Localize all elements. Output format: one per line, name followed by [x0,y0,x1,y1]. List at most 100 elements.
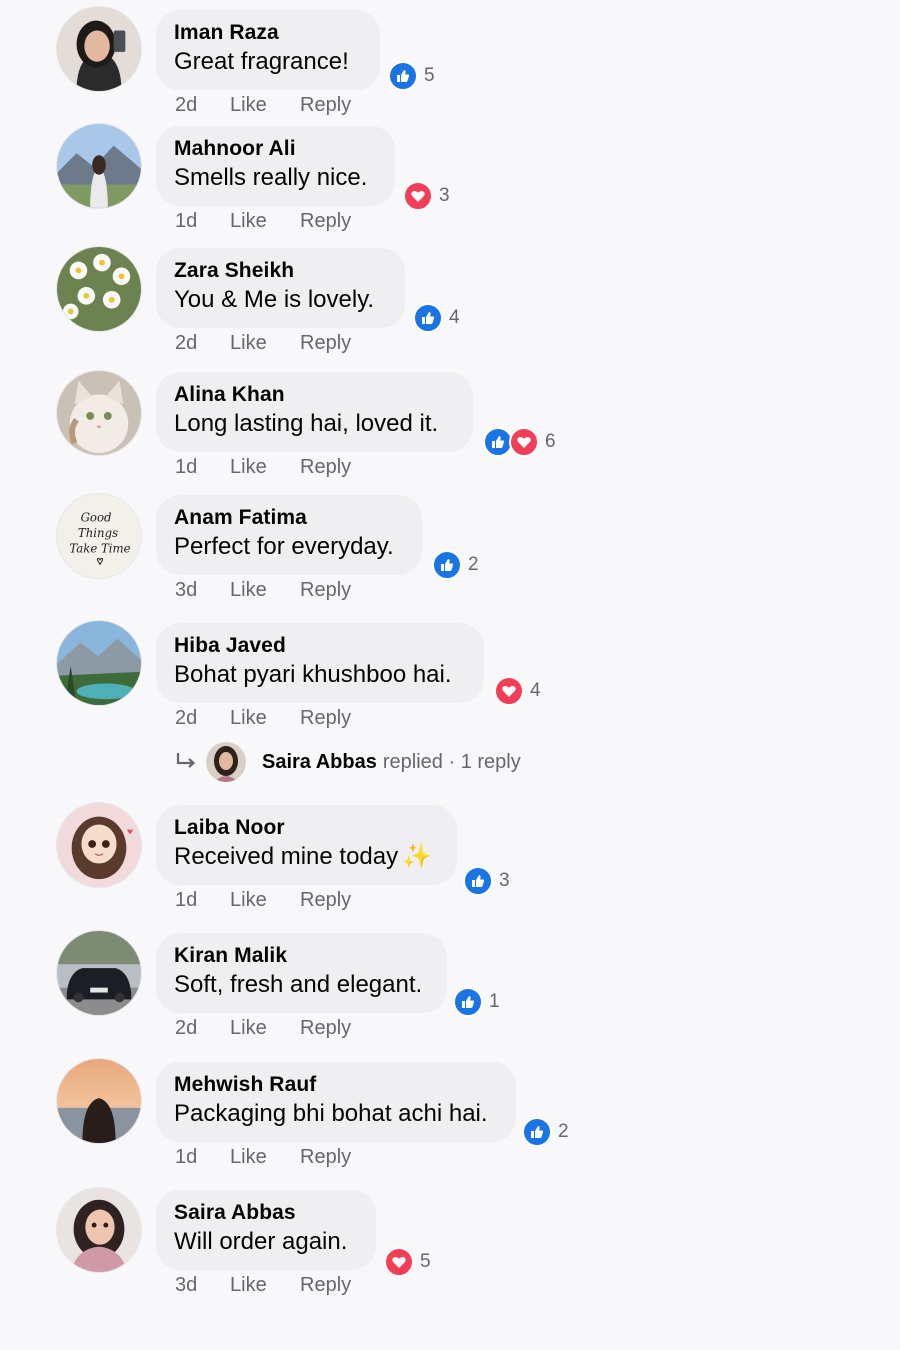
reaction-summary[interactable]: 1 [453,987,500,1017]
love-reaction-icon [384,1247,414,1277]
comment-text-content: Received mine today [174,843,399,870]
like-button[interactable]: Like [230,332,300,355]
like-button[interactable]: Like [230,889,300,912]
comment-meta: 1d Like Reply [175,1146,351,1169]
avatar[interactable] [56,6,142,92]
reply-button[interactable]: Reply [300,579,351,602]
comment-text: Will order again. [174,1228,348,1255]
avatar-caption-line: Things [78,526,118,540]
reaction-summary[interactable]: 2 [432,550,479,580]
reaction-count: 4 [530,680,541,701]
comment-meta: 3d Like Reply [175,1274,351,1297]
reaction-summary[interactable]: 6 [483,427,556,457]
reaction-summary[interactable]: 3 [463,866,510,896]
comment-bubble: Mahnoor Ali Smells really nice. [156,126,395,206]
comment-text: You & Me is lovely. [174,286,375,313]
like-button[interactable]: Like [230,94,300,117]
comment-time[interactable]: 2d [175,1017,230,1040]
comment-author[interactable]: Kiran Malik [174,943,425,969]
comment-meta: 1d Like Reply [175,456,351,479]
comment-author[interactable]: Saira Abbas [174,1200,354,1226]
reply-button[interactable]: Reply [300,94,351,117]
comment-meta: 2d Like Reply [175,707,351,730]
reply-thread[interactable]: Saira Abbas replied · 1 reply [174,740,521,784]
like-reaction-icon [388,61,418,91]
reply-button[interactable]: Reply [300,210,351,233]
reply-button[interactable]: Reply [300,332,351,355]
comment-author[interactable]: Anam Fatima [174,505,400,531]
avatar[interactable] [56,370,142,456]
comment-author[interactable]: Iman Raza [174,20,358,46]
comment-time[interactable]: 1d [175,456,230,479]
comment-text: Great fragrance! [174,48,349,75]
comment-text: Smells really nice. [174,164,368,191]
comment-time[interactable]: 1d [175,1146,230,1169]
like-button[interactable]: Like [230,579,300,602]
love-reaction-icon [509,427,539,457]
reply-button[interactable]: Reply [300,1274,351,1297]
comment-time[interactable]: 2d [175,94,230,117]
comment-meta: 2d Like Reply [175,1017,351,1040]
comment-time[interactable]: 1d [175,210,230,233]
avatar[interactable] [56,620,142,706]
comment-author[interactable]: Laiba Noor [174,815,435,841]
avatar[interactable] [56,1187,142,1273]
comment-text: Packaging bhi bohat achi hai. [174,1100,488,1127]
avatar[interactable] [56,246,142,332]
comment-author[interactable]: Hiba Javed [174,633,462,659]
reply-button[interactable]: Reply [300,1146,351,1169]
reply-button[interactable]: Reply [300,1017,351,1040]
comment-time[interactable]: 1d [175,889,230,912]
comment-time[interactable]: 2d [175,332,230,355]
comment-time[interactable]: 2d [175,707,230,730]
reaction-count: 5 [424,65,435,86]
reaction-count: 2 [468,554,479,575]
reaction-count: 3 [439,185,450,206]
reaction-summary[interactable]: 4 [494,676,541,706]
comment-time[interactable]: 3d [175,1274,230,1297]
avatar[interactable] [56,123,142,209]
like-button[interactable]: Like [230,210,300,233]
like-button[interactable]: Like [230,1274,300,1297]
reaction-count: 5 [420,1251,431,1272]
comment-author[interactable]: Mehwish Rauf [174,1072,494,1098]
reply-button[interactable]: Reply [300,456,351,479]
reply-button[interactable]: Reply [300,707,351,730]
comment-text: Received mine today ✨ [174,841,435,873]
comment-bubble: Zara Sheikh You & Me is lovely. [156,248,405,328]
avatar[interactable] [56,930,142,1016]
like-reaction-icon [522,1117,552,1147]
reaction-summary[interactable]: 2 [522,1117,569,1147]
like-button[interactable]: Like [230,1017,300,1040]
like-button[interactable]: Like [230,456,300,479]
love-reaction-icon [403,181,433,211]
reply-count-text[interactable]: replied · 1 reply [383,751,521,774]
avatar[interactable] [206,742,246,782]
like-button[interactable]: Like [230,707,300,730]
comment-author[interactable]: Alina Khan [174,382,451,408]
comment-meta: 2d Like Reply [175,94,351,117]
reply-button[interactable]: Reply [300,889,351,912]
reaction-summary[interactable]: 4 [413,303,460,333]
comment-bubble: Hiba Javed Bohat pyari khushboo hai. [156,623,484,703]
reaction-count: 6 [545,431,556,452]
comment-bubble: Alina Khan Long lasting hai, loved it. [156,372,473,452]
avatar-caption-line: Take Time [69,542,130,556]
comment-bubble: Kiran Malik Soft, fresh and elegant. [156,933,447,1013]
reaction-summary[interactable]: 3 [403,181,450,211]
comment-author[interactable]: Zara Sheikh [174,258,383,284]
comment-bubble: Iman Raza Great fragrance! [156,10,380,90]
like-reaction-icon [432,550,462,580]
like-button[interactable]: Like [230,1146,300,1169]
avatar[interactable]: Good Things Take Time [56,493,142,579]
avatar[interactable] [56,802,142,888]
reply-author[interactable]: Saira Abbas [262,751,377,774]
comment-time[interactable]: 3d [175,579,230,602]
reaction-summary[interactable]: 5 [384,1247,431,1277]
comment-bubble: Anam Fatima Perfect for everyday. [156,495,422,575]
reaction-summary[interactable]: 5 [388,61,435,91]
avatar[interactable] [56,1058,142,1144]
comment-author[interactable]: Mahnoor Ali [174,136,373,162]
comment-text: Long lasting hai, loved it. [174,410,439,437]
comment-meta: 3d Like Reply [175,579,351,602]
